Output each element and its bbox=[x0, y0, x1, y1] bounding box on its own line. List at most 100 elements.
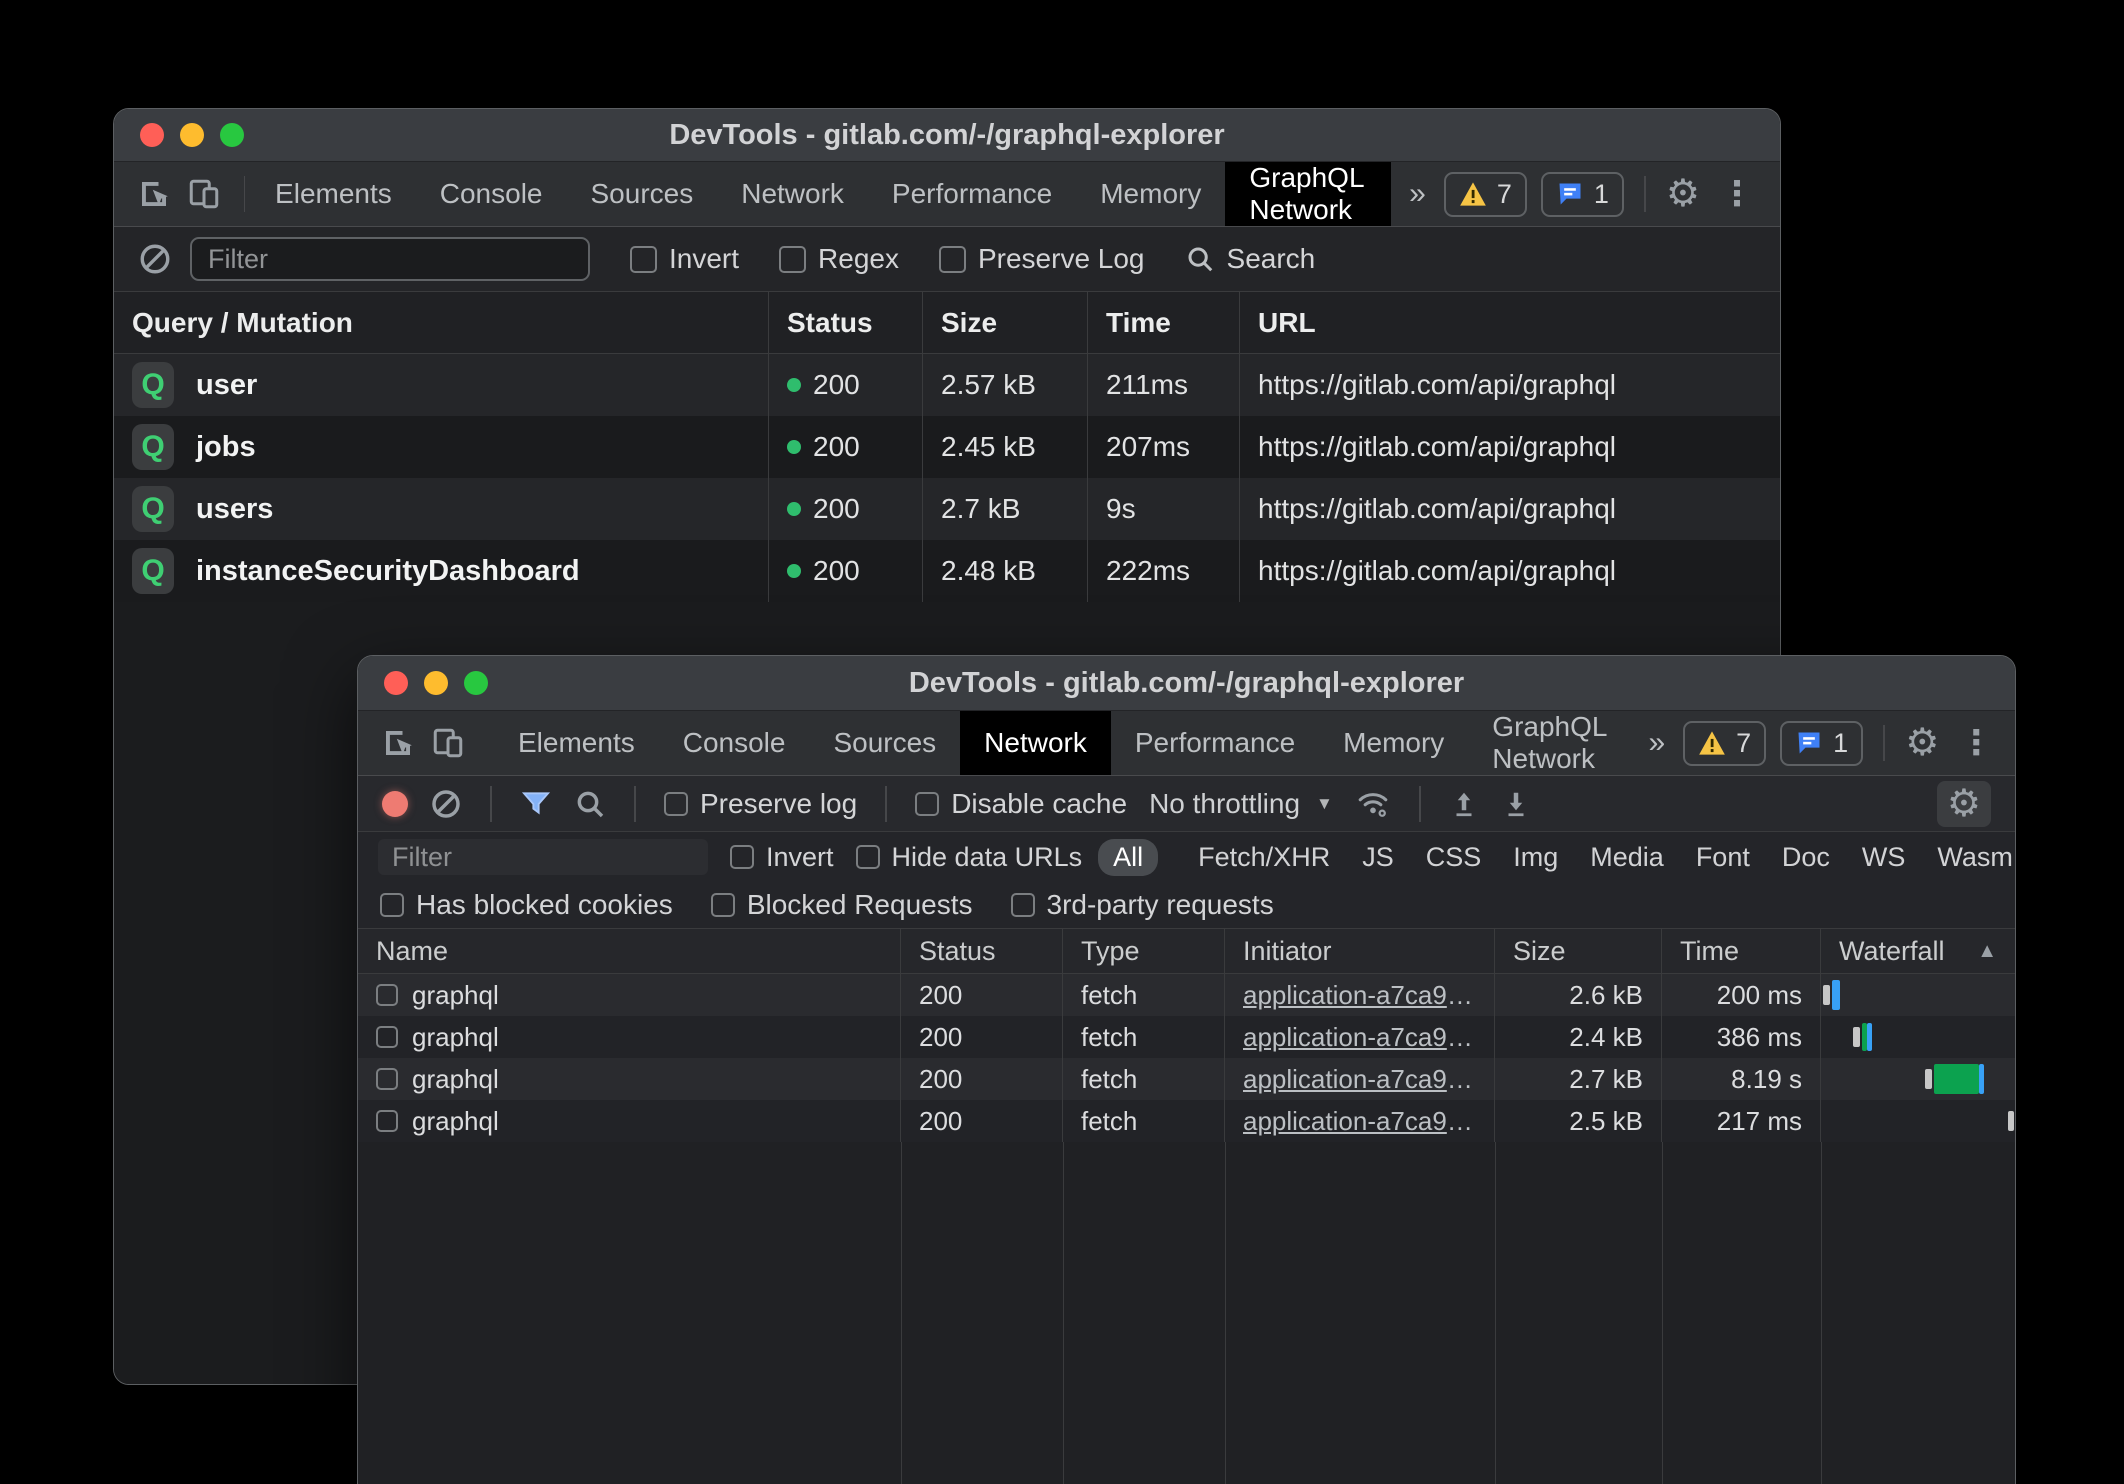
throttling-dropdown[interactable]: No throttling ▼ bbox=[1149, 788, 1333, 820]
table-row[interactable]: graphql 200 fetch application-a7ca9d0… 2… bbox=[358, 974, 2015, 1016]
export-har-icon[interactable] bbox=[1501, 788, 1531, 820]
inspect-element-icon[interactable] bbox=[380, 725, 416, 761]
clear-network-log-icon[interactable] bbox=[430, 788, 462, 820]
filter-funnel-icon[interactable] bbox=[520, 788, 552, 820]
tab-network[interactable]: Network bbox=[717, 162, 868, 226]
filter-chip-font[interactable]: Font bbox=[1688, 839, 1758, 876]
waterfall-bar[interactable] bbox=[1821, 974, 2015, 1016]
invert-checkbox-group[interactable]: Invert bbox=[730, 842, 834, 873]
warnings-badge[interactable]: 7 bbox=[1444, 172, 1527, 217]
issues-badge[interactable]: 1 bbox=[1780, 721, 1863, 766]
tab-performance[interactable]: Performance bbox=[1111, 711, 1319, 775]
tab-elements[interactable]: Elements bbox=[251, 162, 416, 226]
column-header-status[interactable]: Status bbox=[901, 929, 1063, 973]
tab-graphql-network[interactable]: GraphQL Network bbox=[1225, 162, 1391, 226]
column-header-time[interactable]: Time bbox=[1662, 929, 1821, 973]
tab-memory[interactable]: Memory bbox=[1076, 162, 1225, 226]
regex-checkbox[interactable] bbox=[779, 246, 806, 273]
preserve-log-checkbox[interactable] bbox=[664, 792, 688, 816]
import-har-icon[interactable] bbox=[1449, 788, 1479, 820]
waterfall-bar[interactable] bbox=[1821, 1016, 2015, 1058]
column-header-query-mutation[interactable]: Query / Mutation bbox=[114, 292, 769, 353]
blocked-requests-checkbox[interactable] bbox=[711, 893, 735, 917]
tab-elements[interactable]: Elements bbox=[494, 711, 659, 775]
filter-chip-js[interactable]: JS bbox=[1354, 839, 1402, 876]
tab-graphql-network[interactable]: GraphQL Network bbox=[1468, 711, 1630, 775]
tab-network[interactable]: Network bbox=[960, 711, 1111, 775]
column-header-status[interactable]: Status bbox=[769, 292, 923, 353]
column-header-initiator[interactable]: Initiator bbox=[1225, 929, 1495, 973]
filter-chip-fetch-xhr[interactable]: Fetch/XHR bbox=[1190, 839, 1338, 876]
filter-chip-doc[interactable]: Doc bbox=[1774, 839, 1838, 876]
table-row[interactable]: QinstanceSecurityDashboard 200 2.48 kB 2… bbox=[114, 540, 1780, 602]
block-icon[interactable] bbox=[138, 242, 172, 276]
column-header-type[interactable]: Type bbox=[1063, 929, 1225, 973]
column-header-url[interactable]: URL bbox=[1240, 292, 1780, 353]
filter-chip-img[interactable]: Img bbox=[1505, 839, 1566, 876]
warnings-badge[interactable]: 7 bbox=[1683, 721, 1766, 766]
disable-cache-checkbox[interactable] bbox=[915, 792, 939, 816]
filter-chip-css[interactable]: CSS bbox=[1418, 839, 1490, 876]
tab-performance[interactable]: Performance bbox=[868, 162, 1076, 226]
initiator-link[interactable]: application-a7ca9d0… bbox=[1243, 1022, 1476, 1053]
preserve-log-checkbox-group[interactable]: Preserve Log bbox=[939, 243, 1145, 275]
waterfall-bar[interactable] bbox=[1821, 1100, 2015, 1142]
regex-checkbox-group[interactable]: Regex bbox=[779, 243, 899, 275]
more-tabs-chevron-icon[interactable]: » bbox=[1630, 711, 1683, 775]
column-divider[interactable] bbox=[1821, 1142, 1822, 1484]
table-row[interactable]: graphql 200 fetch application-a7ca9d0… 2… bbox=[358, 1058, 2015, 1100]
column-divider[interactable] bbox=[1225, 1142, 1226, 1484]
column-divider[interactable] bbox=[1063, 1142, 1064, 1484]
search-icon[interactable] bbox=[574, 788, 606, 820]
column-header-name[interactable]: Name bbox=[358, 929, 901, 973]
kebab-menu-icon[interactable]: ⋮ bbox=[1714, 174, 1760, 214]
filter-chip-wasm[interactable]: Wasm bbox=[1929, 839, 2016, 876]
invert-checkbox[interactable] bbox=[630, 246, 657, 273]
waterfall-bar[interactable] bbox=[1821, 1058, 2015, 1100]
title-bar[interactable]: DevTools - gitlab.com/-/graphql-explorer bbox=[114, 109, 1780, 162]
request-checkbox[interactable] bbox=[376, 1068, 398, 1090]
blocked-requests-checkbox-group[interactable]: Blocked Requests bbox=[711, 889, 973, 921]
settings-gear-icon[interactable]: ⚙ bbox=[1905, 724, 1939, 762]
tab-console[interactable]: Console bbox=[416, 162, 567, 226]
network-filter-input[interactable] bbox=[378, 839, 708, 875]
search-group[interactable]: Search bbox=[1185, 243, 1316, 275]
column-header-size[interactable]: Size bbox=[923, 292, 1088, 353]
settings-gear-icon[interactable]: ⚙ bbox=[1666, 175, 1700, 213]
record-button[interactable] bbox=[382, 791, 408, 817]
column-header-time[interactable]: Time bbox=[1088, 292, 1240, 353]
column-divider[interactable] bbox=[1662, 1142, 1663, 1484]
device-toolbar-icon[interactable] bbox=[430, 725, 466, 761]
filter-input[interactable] bbox=[190, 237, 590, 281]
filter-chip-media[interactable]: Media bbox=[1582, 839, 1672, 876]
kebab-menu-icon[interactable]: ⋮ bbox=[1953, 723, 1999, 763]
more-tabs-chevron-icon[interactable]: » bbox=[1391, 162, 1444, 226]
request-checkbox[interactable] bbox=[376, 984, 398, 1006]
hide-data-urls-checkbox[interactable] bbox=[856, 845, 880, 869]
table-row[interactable]: Quser 200 2.57 kB 211ms https://gitlab.c… bbox=[114, 354, 1780, 416]
tab-sources[interactable]: Sources bbox=[809, 711, 960, 775]
filter-chip-ws[interactable]: WS bbox=[1854, 839, 1914, 876]
has-blocked-cookies-checkbox-group[interactable]: Has blocked cookies bbox=[380, 889, 673, 921]
tab-console[interactable]: Console bbox=[659, 711, 810, 775]
invert-checkbox[interactable] bbox=[730, 845, 754, 869]
column-header-waterfall[interactable]: Waterfall ▲ bbox=[1821, 929, 2015, 973]
network-conditions-icon[interactable] bbox=[1355, 787, 1391, 821]
column-divider[interactable] bbox=[1495, 1142, 1496, 1484]
disable-cache-checkbox-group[interactable]: Disable cache bbox=[915, 788, 1127, 820]
preserve-log-checkbox[interactable] bbox=[939, 246, 966, 273]
network-settings-button[interactable]: ⚙ bbox=[1937, 781, 1991, 827]
inspect-element-icon[interactable] bbox=[136, 176, 172, 212]
column-header-size[interactable]: Size bbox=[1495, 929, 1662, 973]
title-bar[interactable]: DevTools - gitlab.com/-/graphql-explorer bbox=[358, 656, 2015, 711]
table-row[interactable]: Qusers 200 2.7 kB 9s https://gitlab.com/… bbox=[114, 478, 1780, 540]
hide-data-urls-checkbox-group[interactable]: Hide data URLs bbox=[856, 842, 1083, 873]
filter-chip-all[interactable]: All bbox=[1098, 839, 1158, 876]
tab-sources[interactable]: Sources bbox=[567, 162, 718, 226]
request-checkbox[interactable] bbox=[376, 1110, 398, 1132]
request-checkbox[interactable] bbox=[376, 1026, 398, 1048]
tab-memory[interactable]: Memory bbox=[1319, 711, 1468, 775]
table-row[interactable]: graphql 200 fetch application-a7ca9d0… 2… bbox=[358, 1100, 2015, 1142]
initiator-link[interactable]: application-a7ca9d0… bbox=[1243, 1064, 1476, 1095]
table-row[interactable]: Qjobs 200 2.45 kB 207ms https://gitlab.c… bbox=[114, 416, 1780, 478]
